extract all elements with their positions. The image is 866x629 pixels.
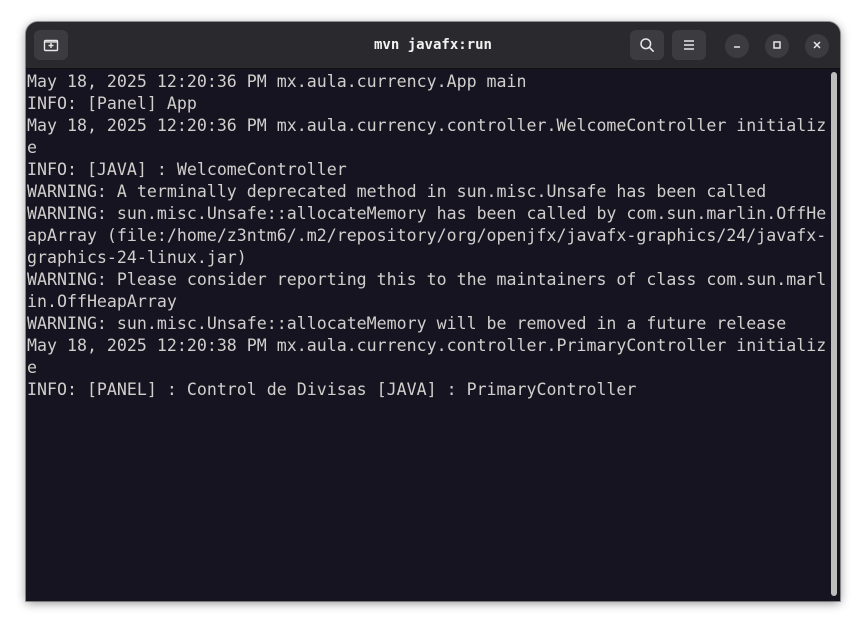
terminal-line: May 18, 2025 12:20:38 PM mx.aula.currenc… [27, 336, 827, 355]
terminal-line: INFO: [Panel] App [27, 94, 197, 113]
search-button[interactable] [630, 30, 664, 60]
new-tab-button[interactable] [34, 30, 68, 60]
terminal-line: apArray (file:/home/z3ntm6/.m2/repositor… [27, 226, 827, 245]
headerbar: mvn javafx:run [26, 22, 840, 69]
terminal-line: WARNING: sun.misc.Unsafe::allocateMemory… [27, 314, 787, 333]
terminal-line: WARNING: sun.misc.Unsafe::allocateMemory… [27, 204, 827, 223]
menu-button[interactable] [672, 30, 706, 60]
minimize-icon [732, 37, 742, 55]
terminal-line: INFO: [PANEL] : Control de Divisas [JAVA… [27, 380, 637, 399]
terminal-line: WARNING: Please consider reporting this … [27, 270, 827, 289]
terminal-line: WARNING: A terminally deprecated method … [27, 182, 767, 201]
search-icon [639, 37, 655, 53]
terminal-window: mvn javafx:run May 18, 2025 12:20:36 PM … [26, 22, 840, 601]
maximize-button[interactable] [765, 34, 789, 58]
terminal-line: e [27, 358, 37, 377]
terminal-line: graphics-24-linux.jar) [27, 248, 247, 267]
minimize-button[interactable] [725, 34, 749, 58]
window-title: mvn javafx:run [373, 37, 492, 53]
terminal-line: May 18, 2025 12:20:36 PM mx.aula.currenc… [27, 116, 827, 135]
close-button[interactable] [805, 34, 829, 58]
terminal-output: May 18, 2025 12:20:36 PM mx.aula.currenc… [27, 71, 826, 401]
terminal-line: May 18, 2025 12:20:36 PM mx.aula.currenc… [27, 72, 527, 91]
vertical-scrollbar[interactable] [831, 72, 837, 596]
terminal-line: in.OffHeapArray [27, 292, 177, 311]
close-icon [812, 37, 822, 55]
terminal-line: e [27, 138, 37, 157]
hamburger-menu-icon [681, 37, 697, 53]
new-tab-icon [43, 37, 59, 53]
maximize-icon [772, 37, 782, 55]
terminal-output-area[interactable]: May 18, 2025 12:20:36 PM mx.aula.currenc… [26, 69, 840, 601]
terminal-line: INFO: [JAVA] : WelcomeController [27, 160, 347, 179]
